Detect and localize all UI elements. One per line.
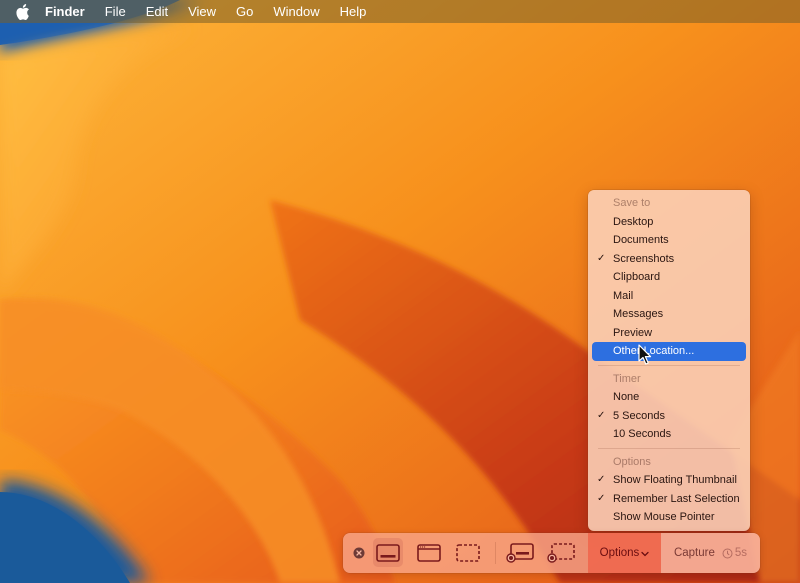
record-screen-icon bbox=[506, 542, 534, 563]
record-portion-icon bbox=[547, 542, 575, 563]
timer-indicator: 5s bbox=[722, 547, 747, 559]
checkmark-icon: ✓ bbox=[597, 252, 606, 264]
capture-selected-portion-button[interactable] bbox=[453, 538, 483, 567]
menu-item-label: 10 Seconds bbox=[613, 428, 672, 440]
menu-item-label: Mail bbox=[613, 289, 634, 302]
toolbar-divider bbox=[495, 542, 496, 564]
menu-view[interactable]: View bbox=[178, 0, 226, 23]
window-icon bbox=[417, 543, 441, 562]
menu-item-desktop[interactable]: Desktop bbox=[592, 213, 746, 232]
timer-icon bbox=[722, 548, 733, 558]
chevron-down-icon bbox=[641, 551, 649, 557]
close-icon[interactable] bbox=[353, 547, 365, 559]
options-button[interactable]: Options bbox=[588, 533, 661, 573]
menu-separator bbox=[598, 361, 740, 370]
screenshot-options-menu: Save to Desktop Documents ✓ Screenshots C… bbox=[588, 190, 750, 531]
menu-item-label: None bbox=[613, 391, 640, 403]
screen-icon bbox=[376, 543, 400, 562]
record-selected-portion-button[interactable] bbox=[546, 538, 576, 567]
menu-item-preview[interactable]: Preview bbox=[592, 324, 746, 343]
capture-label: Capture bbox=[673, 547, 715, 559]
menu-item-show-floating-thumbnail[interactable]: ✓ Show Floating Thumbnail bbox=[592, 471, 746, 490]
menu-item-show-mouse-pointer[interactable]: Show Mouse Pointer bbox=[592, 508, 746, 527]
menu-item-label: 5 Seconds bbox=[613, 409, 665, 422]
menu-item-screenshots[interactable]: ✓ Screenshots bbox=[592, 250, 746, 269]
menu-file[interactable]: File bbox=[95, 0, 136, 23]
capture-entire-screen-button[interactable] bbox=[373, 538, 403, 567]
menu-bar: Finder File Edit View Go Window Help bbox=[0, 0, 800, 23]
menu-item-label: Messages bbox=[613, 308, 664, 320]
section-header-options: Options bbox=[613, 455, 651, 468]
menu-window[interactable]: Window bbox=[263, 0, 329, 23]
menu-item-mail[interactable]: Mail bbox=[592, 287, 746, 306]
menu-item-messages[interactable]: Messages bbox=[592, 305, 746, 324]
record-entire-screen-button[interactable] bbox=[505, 538, 535, 567]
menu-item-label: Desktop bbox=[613, 215, 654, 228]
section-header-timer: Timer bbox=[613, 372, 641, 385]
apple-menu-icon[interactable] bbox=[16, 3, 32, 20]
menu-item-label: Show Mouse Pointer bbox=[613, 511, 715, 523]
checkmark-icon: ✓ bbox=[597, 474, 606, 485]
menu-item-label: Show Floating Thumbnail bbox=[613, 474, 737, 486]
menu-item-timer-5-seconds[interactable]: ✓ 5 Seconds bbox=[592, 407, 746, 426]
menu-go[interactable]: Go bbox=[226, 0, 263, 23]
menu-item-label: Clipboard bbox=[613, 271, 661, 283]
menu-item-label: Documents bbox=[613, 234, 669, 246]
menu-item-clipboard[interactable]: Clipboard bbox=[592, 268, 746, 287]
menu-item-label: Preview bbox=[613, 326, 653, 339]
menu-item-documents[interactable]: Documents bbox=[592, 231, 746, 250]
menu-item-timer-none[interactable]: None bbox=[592, 388, 746, 407]
menu-item-other-location[interactable]: Other Location... bbox=[592, 342, 746, 361]
menu-edit[interactable]: Edit bbox=[136, 0, 178, 23]
checkmark-icon: ✓ bbox=[597, 409, 606, 421]
section-header-save-to: Save to bbox=[613, 197, 651, 209]
menu-item-timer-10-seconds[interactable]: 10 Seconds bbox=[592, 425, 746, 444]
options-label: Options bbox=[599, 547, 640, 559]
menu-app-finder[interactable]: Finder bbox=[45, 0, 95, 23]
menu-item-label: Screenshots bbox=[613, 252, 675, 265]
menu-item-label: Other Location... bbox=[613, 345, 695, 357]
menu-item-label: Remember Last Selection bbox=[613, 492, 740, 505]
menu-item-remember-last-selection[interactable]: ✓ Remember Last Selection bbox=[592, 490, 746, 509]
mouse-cursor-icon bbox=[638, 344, 652, 365]
capture-button[interactable]: Capture 5s bbox=[661, 533, 760, 573]
timer-value: 5s bbox=[734, 547, 748, 559]
checkmark-icon: ✓ bbox=[597, 492, 606, 504]
dashed-rect-icon bbox=[456, 543, 480, 562]
menu-help[interactable]: Help bbox=[330, 0, 377, 23]
screenshot-toolbar: Options Capture 5s bbox=[343, 533, 760, 573]
capture-selected-window-button[interactable] bbox=[414, 538, 444, 567]
menu-separator bbox=[598, 444, 740, 453]
